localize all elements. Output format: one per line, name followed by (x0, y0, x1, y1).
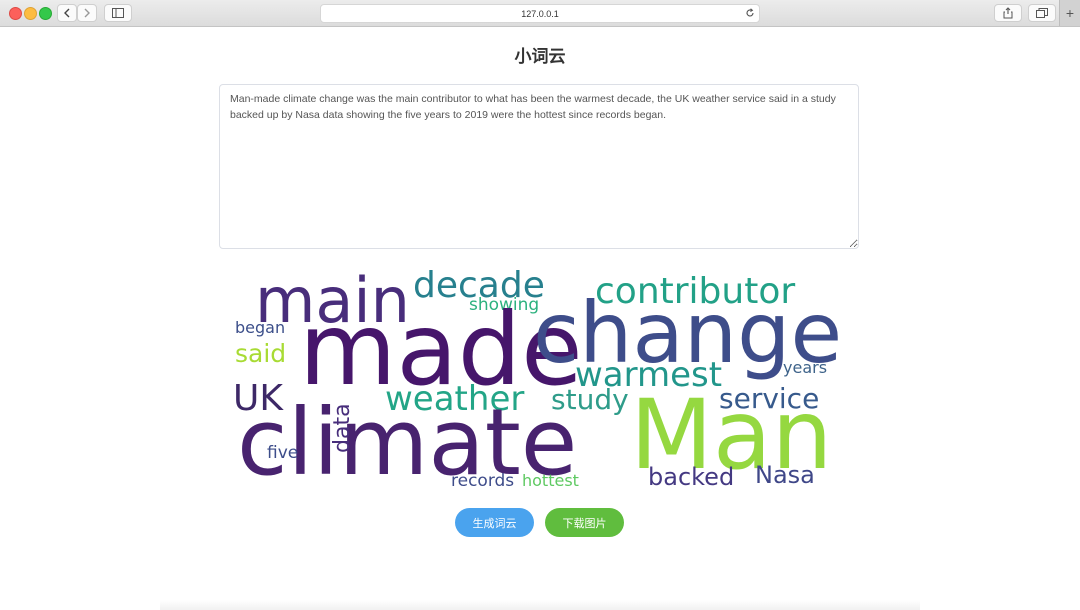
sidebar-toggle-button[interactable] (104, 4, 132, 22)
generate-wordcloud-button[interactable]: 生成词云 (455, 508, 534, 537)
address-bar[interactable]: 127.0.0.1 (320, 4, 760, 23)
word-hottest: hottest (522, 471, 579, 490)
word-data: data (330, 403, 355, 453)
share-icon (1003, 7, 1013, 19)
sidebar-icon (112, 8, 124, 18)
word-cloud-canvas: main decade showing contributor made cha… (233, 264, 842, 496)
new-tab-button[interactable]: + (1059, 0, 1080, 26)
chevron-left-icon (64, 8, 70, 18)
text-input[interactable]: Man-made climate change was the main con… (219, 84, 859, 249)
window-maximize-icon[interactable] (39, 7, 52, 20)
page-bottom-shadow (160, 600, 920, 610)
share-button[interactable] (994, 4, 1022, 22)
word-cloud: main decade showing contributor made cha… (225, 258, 855, 498)
word-said: said (235, 339, 286, 368)
tabs-overview-button[interactable] (1028, 4, 1056, 22)
word-five: five (267, 443, 298, 463)
window-close-icon[interactable] (9, 7, 22, 20)
browser-toolbar: 127.0.0.1 + (0, 0, 1080, 27)
word-Nasa: Nasa (755, 461, 815, 489)
tabs-icon (1036, 8, 1048, 18)
window-minimize-icon[interactable] (24, 7, 37, 20)
word-backed: backed (648, 463, 734, 491)
reload-icon[interactable] (745, 8, 755, 18)
back-button[interactable] (57, 4, 77, 22)
word-records: records (451, 471, 514, 491)
chevron-right-icon (84, 8, 90, 18)
url-text: 127.0.0.1 (521, 8, 559, 19)
word-years: years (783, 358, 827, 377)
forward-button[interactable] (77, 4, 97, 22)
page-title: 小词云 (514, 47, 566, 66)
word-began: began (235, 318, 285, 337)
download-image-button[interactable]: 下载图片 (545, 508, 624, 537)
